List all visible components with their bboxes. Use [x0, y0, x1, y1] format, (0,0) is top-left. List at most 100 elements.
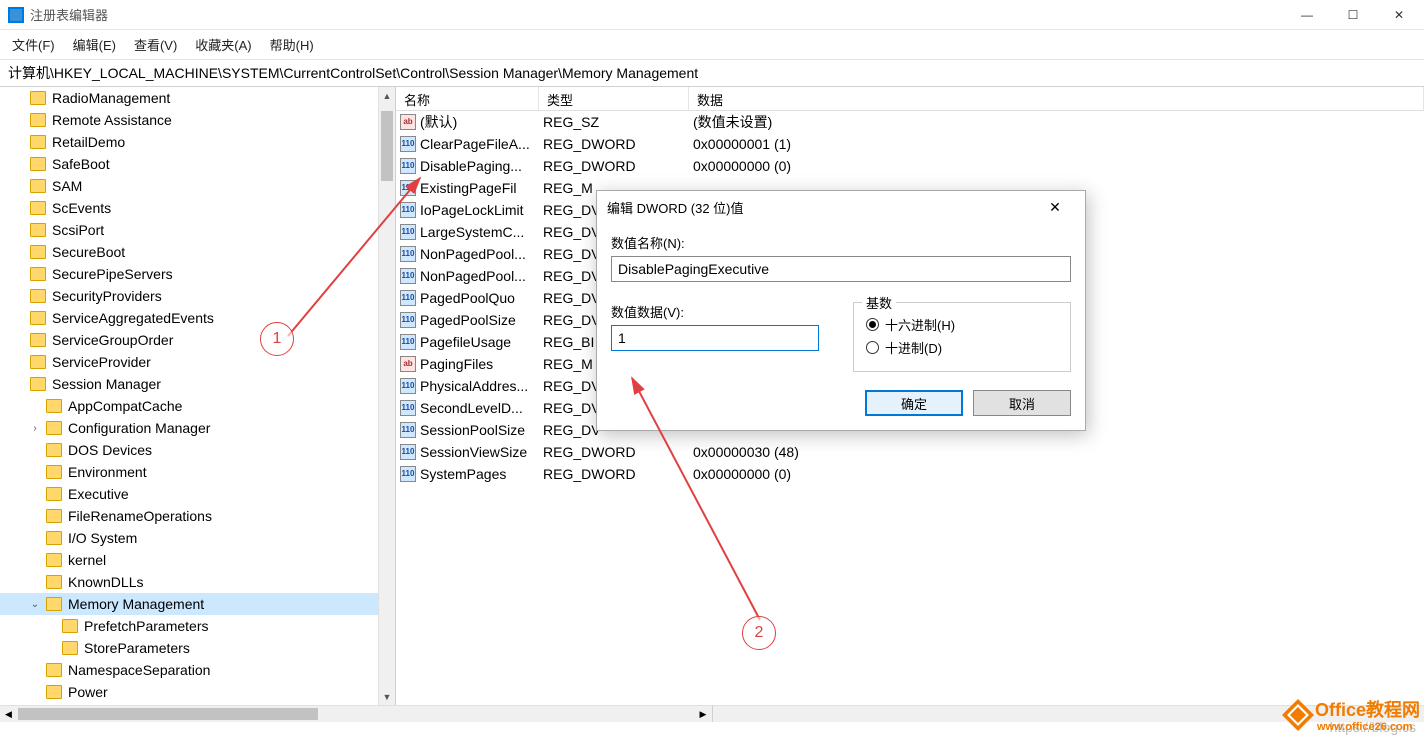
tree-item[interactable]: SafeBoot	[0, 153, 395, 175]
tree-pane: RadioManagementRemote AssistanceRetailDe…	[0, 87, 396, 705]
office-icon	[1281, 698, 1315, 732]
menu-help[interactable]: 帮助(H)	[268, 33, 316, 56]
tree-item-label: I/O System	[66, 530, 139, 546]
tree-item[interactable]: RadioManagement	[0, 87, 395, 109]
tree-item-label: SecurityProviders	[50, 288, 164, 304]
folder-icon	[46, 399, 62, 413]
tree-item[interactable]: SecurePipeServers	[0, 263, 395, 285]
radio-hex[interactable]: 十六进制(H)	[866, 315, 1058, 334]
minimize-button[interactable]: —	[1284, 0, 1330, 30]
dword-value-icon: 110	[400, 400, 416, 416]
folder-icon	[46, 663, 62, 677]
tree-item[interactable]: DOS Devices	[0, 439, 395, 461]
tree-item[interactable]: I/O System	[0, 527, 395, 549]
tree-item[interactable]: kernel	[0, 549, 395, 571]
folder-icon	[30, 289, 46, 303]
radio-dec[interactable]: 十进制(D)	[866, 338, 1058, 357]
string-value-icon: ab	[400, 356, 416, 372]
tree-item-label: Configuration Manager	[66, 420, 212, 436]
folder-icon	[30, 135, 46, 149]
dialog-title: 编辑 DWORD (32 位)值	[607, 198, 744, 217]
menu-file[interactable]: 文件(F)	[10, 33, 57, 56]
value-type: REG_DWORD	[543, 466, 693, 482]
tree-item[interactable]: SecureBoot	[0, 241, 395, 263]
tree-item[interactable]: Remote Assistance	[0, 109, 395, 131]
tree-item[interactable]: ⌄Memory Management	[0, 593, 395, 615]
list-row[interactable]: 110DisablePaging...REG_DWORD0x00000000 (…	[396, 155, 1424, 177]
cancel-button[interactable]: 取消	[973, 390, 1071, 416]
data-input[interactable]	[611, 325, 819, 351]
tree-item[interactable]: Executive	[0, 483, 395, 505]
tree-item[interactable]: ServiceProvider	[0, 351, 395, 373]
tree-item[interactable]: RetailDemo	[0, 131, 395, 153]
list-header: 名称 类型 数据	[396, 87, 1424, 111]
tree-item[interactable]: ServiceAggregatedEvents	[0, 307, 395, 329]
tree-item[interactable]: ServiceGroupOrder	[0, 329, 395, 351]
scroll-up-icon[interactable]: ▲	[379, 87, 395, 104]
radio-hex-label: 十六进制(H)	[885, 315, 955, 334]
list-row[interactable]: ab(默认)REG_SZ(数值未设置)	[396, 111, 1424, 133]
folder-icon	[46, 575, 62, 589]
folder-icon	[62, 641, 78, 655]
col-header-type[interactable]: 类型	[539, 87, 689, 110]
expander-icon[interactable]: ›	[28, 423, 42, 434]
tree-item[interactable]: KnownDLLs	[0, 571, 395, 593]
tree-item[interactable]: Power	[0, 681, 395, 703]
dialog-close-button[interactable]: ✕	[1035, 193, 1075, 221]
tree-item[interactable]: NamespaceSeparation	[0, 659, 395, 681]
folder-icon	[30, 201, 46, 215]
col-header-name[interactable]: 名称	[396, 87, 539, 110]
value-data: 0x00000000 (0)	[693, 466, 1424, 482]
tree-item[interactable]: ScEvents	[0, 197, 395, 219]
brand-title: Office教程网	[1315, 696, 1420, 722]
value-type: REG_DWORD	[543, 158, 693, 174]
name-label: 数值名称(N):	[611, 233, 1071, 252]
tree-scrollbar[interactable]: ▲ ▼	[378, 87, 395, 705]
dialog-title-bar[interactable]: 编辑 DWORD (32 位)值 ✕	[597, 191, 1085, 223]
tree-item[interactable]: SAM	[0, 175, 395, 197]
scroll-thumb[interactable]	[381, 111, 393, 181]
folder-icon	[30, 333, 46, 347]
dword-value-icon: 110	[400, 290, 416, 306]
col-header-data[interactable]: 数据	[689, 87, 1424, 110]
address-bar[interactable]: 计算机\HKEY_LOCAL_MACHINE\SYSTEM\CurrentCon…	[0, 60, 1424, 87]
tree-item-label: Executive	[66, 486, 131, 502]
tree-item[interactable]: SecurityProviders	[0, 285, 395, 307]
annotation-1: 1	[260, 322, 294, 356]
tree-item[interactable]: Session Manager	[0, 373, 395, 395]
tree-item[interactable]: StoreParameters	[0, 637, 395, 659]
tree-item[interactable]: Environment	[0, 461, 395, 483]
title-bar: 注册表编辑器 — ☐ ✕	[0, 0, 1424, 30]
tree-item[interactable]: ScsiPort	[0, 219, 395, 241]
bottom-scrollbars: ◀ ▶	[0, 705, 1424, 722]
tree-item[interactable]: PrefetchParameters	[0, 615, 395, 637]
folder-icon	[30, 157, 46, 171]
expander-icon[interactable]: ⌄	[28, 599, 42, 610]
dword-value-icon: 110	[400, 224, 416, 240]
maximize-button[interactable]: ☐	[1330, 0, 1376, 30]
value-name: IoPageLockLimit	[420, 202, 543, 218]
list-row[interactable]: 110ClearPageFileA...REG_DWORD0x00000001 …	[396, 133, 1424, 155]
scroll-right-icon[interactable]: ▶	[695, 706, 712, 722]
list-row[interactable]: 110SystemPagesREG_DWORD0x00000000 (0)	[396, 463, 1424, 485]
tree-item[interactable]: › Configuration Manager	[0, 417, 395, 439]
tree-item[interactable]: AppCompatCache	[0, 395, 395, 417]
menu-view[interactable]: 查看(V)	[132, 33, 179, 56]
tree-item-label: ServiceProvider	[50, 354, 153, 370]
scroll-down-icon[interactable]: ▼	[379, 688, 395, 705]
value-name: LargeSystemC...	[420, 224, 543, 240]
value-name: PagedPoolSize	[420, 312, 543, 328]
tree-item[interactable]: FileRenameOperations	[0, 505, 395, 527]
name-input[interactable]	[611, 256, 1071, 282]
hscroll-thumb[interactable]	[18, 708, 318, 720]
scroll-left-icon[interactable]: ◀	[0, 706, 17, 722]
dword-value-icon: 110	[400, 466, 416, 482]
value-type: REG_DWORD	[543, 444, 693, 460]
menu-fav[interactable]: 收藏夹(A)	[193, 33, 253, 56]
ok-button[interactable]: 确定	[865, 390, 963, 416]
list-row[interactable]: 110SessionViewSizeREG_DWORD0x00000030 (4…	[396, 441, 1424, 463]
close-button[interactable]: ✕	[1376, 0, 1422, 30]
menu-edit[interactable]: 编辑(E)	[71, 33, 118, 56]
tree-hscroll[interactable]: ◀ ▶	[0, 705, 713, 722]
folder-icon	[30, 223, 46, 237]
